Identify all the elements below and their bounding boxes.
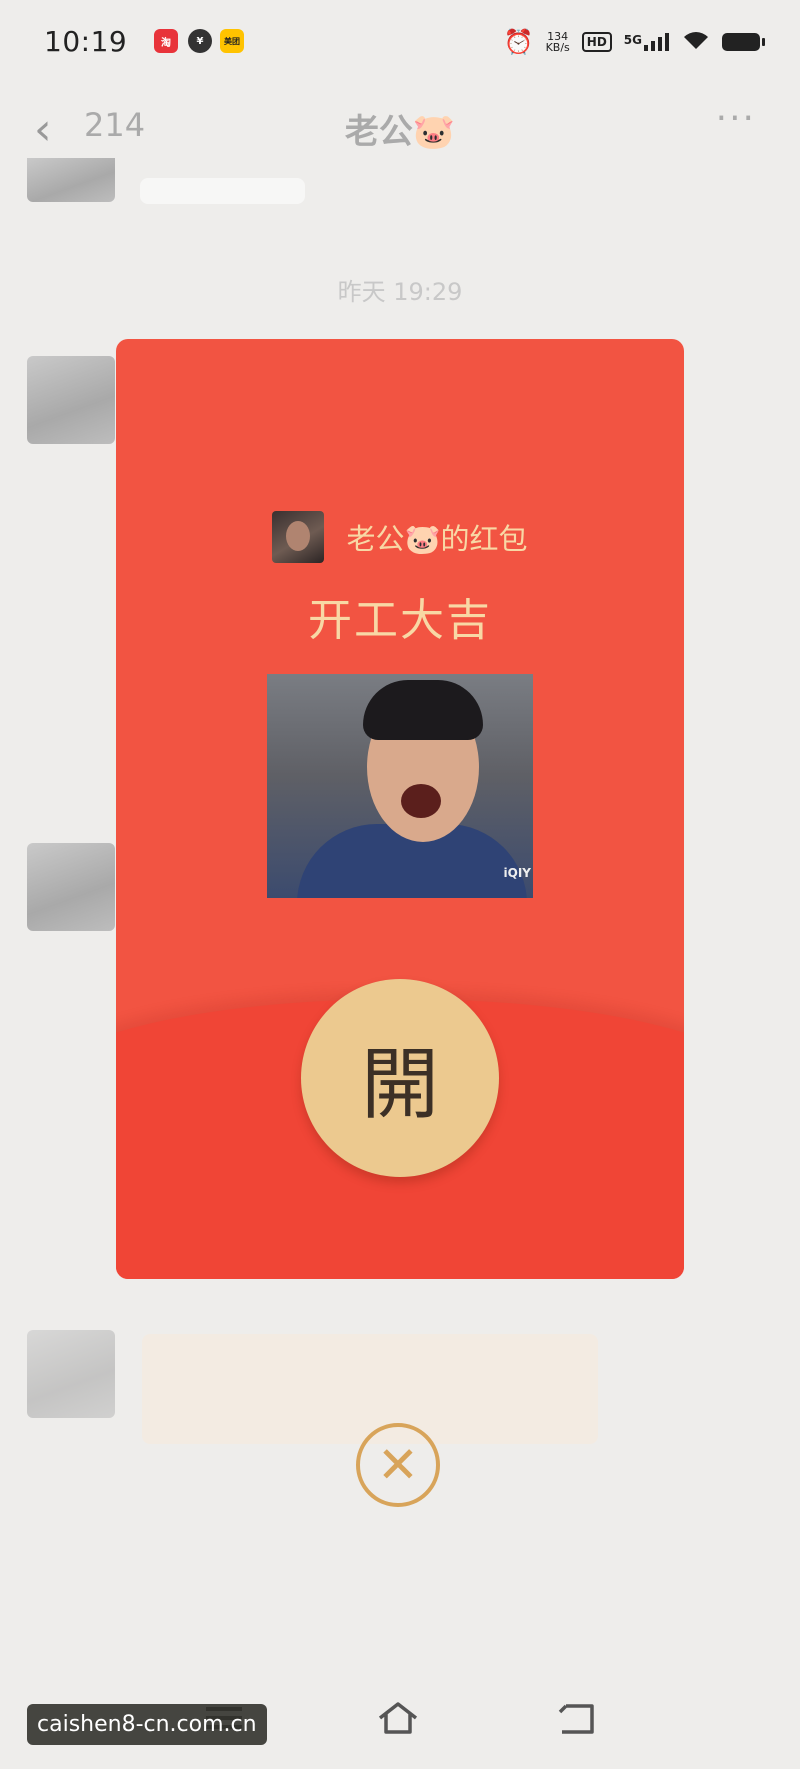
red-envelope-card: 老公🐷的红包 开工大吉 iQIY 開: [116, 339, 684, 1279]
sticker-hair: [363, 680, 483, 740]
meituan-app-icon: 美团: [220, 29, 244, 53]
open-envelope-button[interactable]: 開: [301, 979, 499, 1177]
message-bubble[interactable]: [142, 1334, 598, 1444]
alarm-icon: ⏰: [503, 28, 534, 56]
avatar[interactable]: [27, 158, 115, 202]
close-envelope-button[interactable]: ✕: [356, 1423, 440, 1507]
message-bubble[interactable]: [140, 178, 305, 204]
more-options-icon[interactable]: ···: [716, 98, 756, 139]
signal-icon: 5G: [624, 33, 670, 51]
payment-app-icon: ¥: [188, 29, 212, 53]
battery-icon: [722, 33, 765, 51]
envelope-sender: 老公🐷的红包: [116, 511, 684, 563]
home-icon[interactable]: [376, 1700, 420, 1740]
message-timestamp: 昨天 19:29: [337, 278, 463, 306]
wifi-icon: [682, 29, 710, 55]
chat-header: ‹ 214 老公🐷 ···: [0, 90, 800, 160]
chat-title: 老公🐷: [344, 112, 456, 152]
status-time: 10:19: [44, 25, 128, 58]
status-indicators: ⏰ 134 KB/s HD 5G: [503, 28, 765, 56]
sticker-mouth: [401, 784, 441, 818]
hd-icon: HD: [581, 32, 612, 52]
status-bar: 10:19 淘 ¥ 美团 ⏰ 134 KB/s HD 5G: [0, 0, 800, 90]
watermark-url: caishen8-cn.com.cn: [27, 1704, 267, 1745]
network-speed-unit: KB/s: [545, 41, 570, 54]
envelope-greeting: 开工大吉: [308, 595, 492, 646]
avatar[interactable]: [27, 843, 115, 931]
system-back-icon[interactable]: [558, 1702, 598, 1740]
network-type: 5G: [623, 33, 642, 47]
avatar[interactable]: [27, 1330, 115, 1418]
close-icon: ✕: [377, 1436, 419, 1494]
sticker-watermark: iQIY: [503, 866, 531, 880]
avatar[interactable]: [27, 356, 115, 444]
network-speed: 134 KB/s: [546, 31, 570, 53]
envelope-sticker-image: iQIY: [267, 674, 533, 898]
shopping-app-icon: 淘: [154, 29, 178, 53]
sender-avatar: [272, 511, 325, 563]
envelope-sender-title: 老公🐷的红包: [346, 522, 528, 556]
